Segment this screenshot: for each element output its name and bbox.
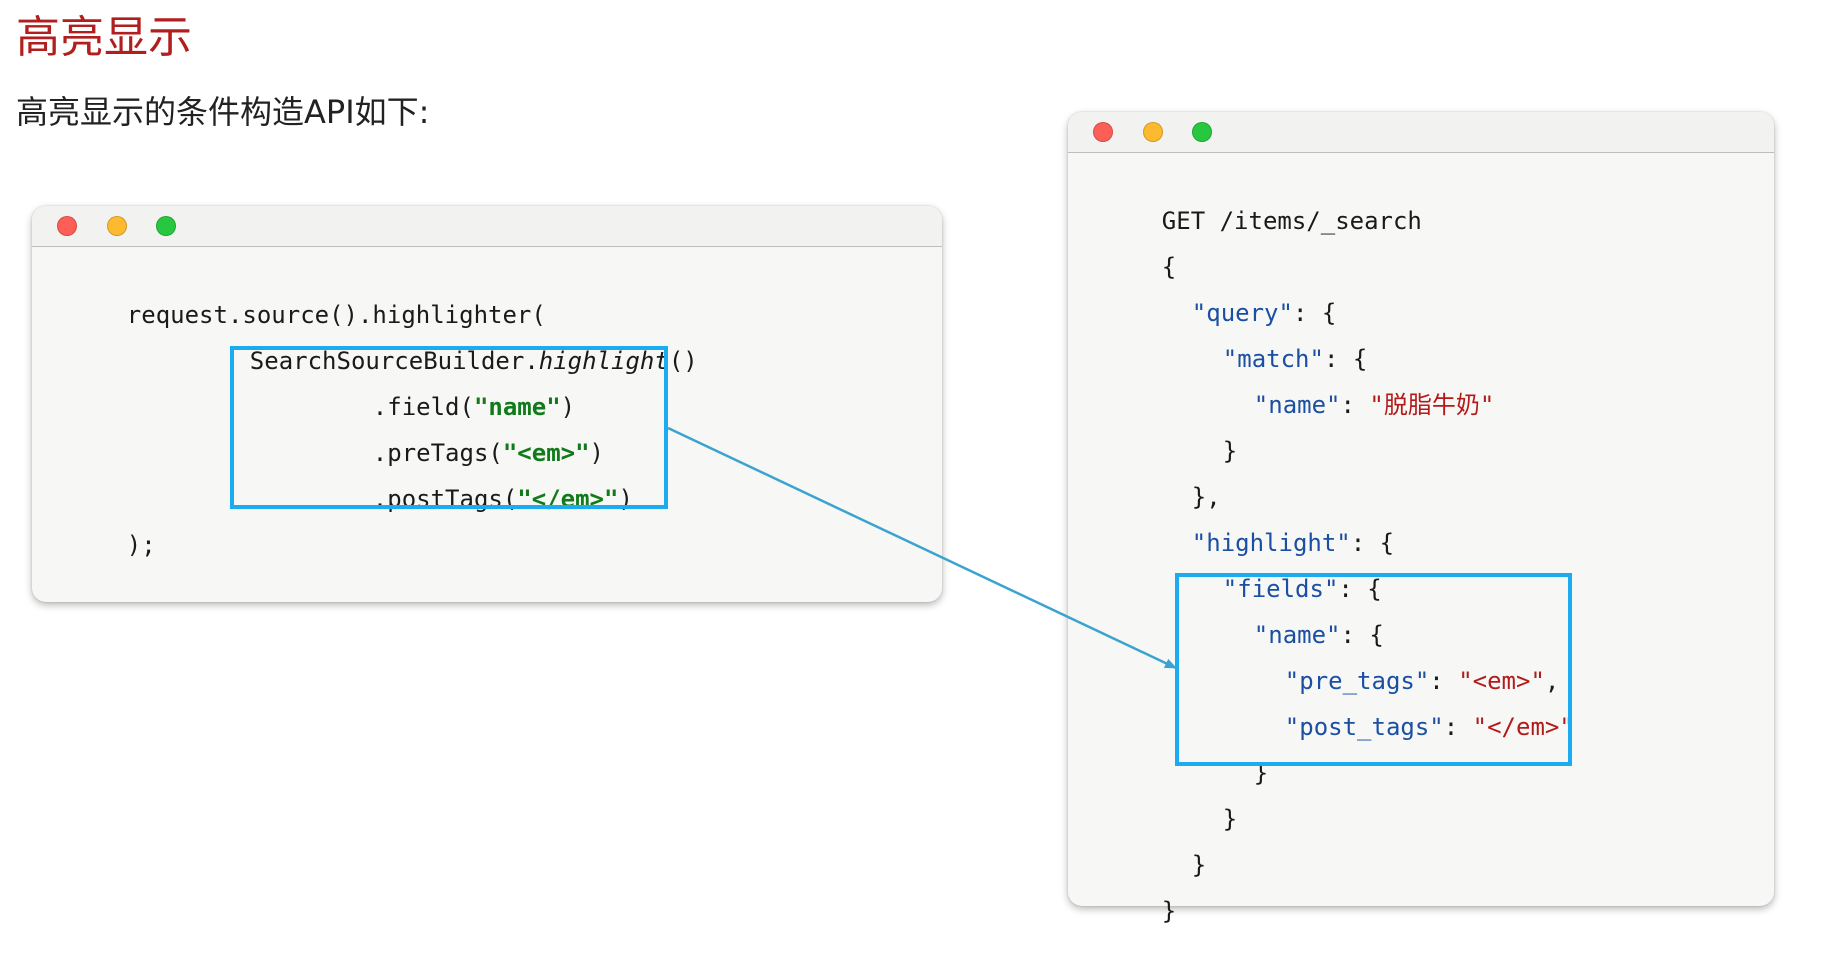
page-title: 高亮显示 xyxy=(16,12,192,63)
code-line: ); xyxy=(69,500,156,590)
json-key: "name" xyxy=(1253,391,1341,419)
maximize-dot-icon xyxy=(156,216,176,236)
java-highlight-box xyxy=(230,346,668,509)
minimize-dot-icon xyxy=(107,216,127,236)
window-title-bar xyxy=(1068,112,1774,153)
code-text: GET /items/_search xyxy=(1161,207,1422,235)
close-dot-icon xyxy=(1093,122,1113,142)
code-text: } xyxy=(1222,437,1238,465)
subtitle: 高亮显示的条件构造API如下: xyxy=(16,93,430,131)
code-text: : xyxy=(1340,391,1370,419)
code-line: "name": "脱脂牛奶" xyxy=(1196,360,1495,450)
code-text: } xyxy=(1161,897,1177,925)
code-text: ); xyxy=(126,531,156,559)
minimize-dot-icon xyxy=(1143,122,1163,142)
code-line: } xyxy=(1104,866,1176,956)
maximize-dot-icon xyxy=(1192,122,1212,142)
dsl-code-window: GET /items/_search { "query": { "match":… xyxy=(1068,112,1774,925)
code-text: } xyxy=(1222,805,1238,833)
json-string: "脱脂牛奶" xyxy=(1369,391,1495,419)
window-title-bar xyxy=(32,206,942,247)
dsl-highlight-box xyxy=(1175,573,1572,766)
code-text: () xyxy=(668,347,698,375)
close-dot-icon xyxy=(57,216,77,236)
code-text: } xyxy=(1191,851,1207,879)
